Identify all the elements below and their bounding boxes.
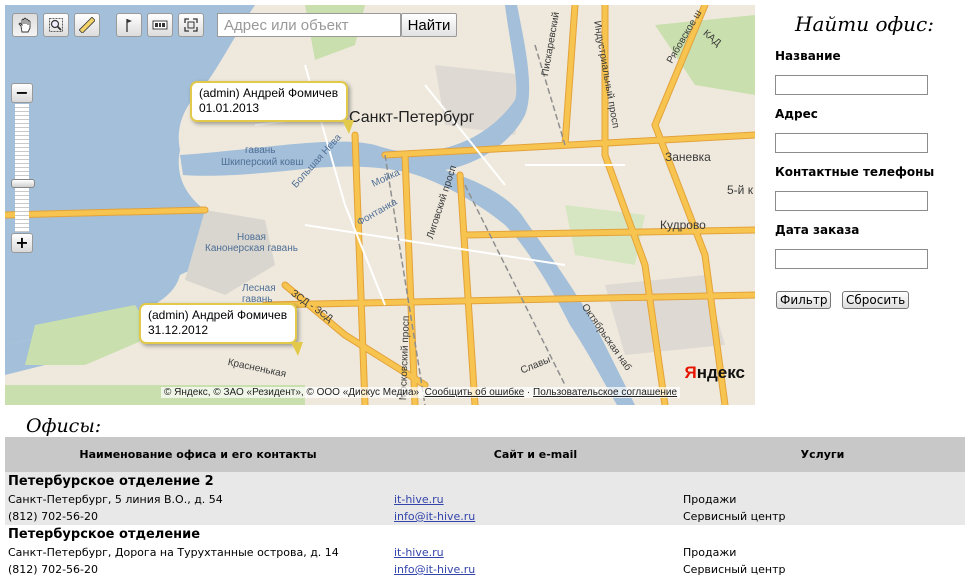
fullscreen-icon xyxy=(184,18,198,32)
office-links-cell: it-hive.ru info@it-hive.ru xyxy=(391,525,680,578)
map-balloon[interactable]: (admin) Андрей Фомичев 01.01.2013 xyxy=(190,81,354,134)
order-date-input[interactable] xyxy=(775,249,928,269)
map-label-shkiper: Шкиперский ковш xyxy=(221,157,304,168)
office-service: Продажи xyxy=(683,493,737,506)
office-contacts-cell: Петербурское отделение 2 Санкт-Петербург… xyxy=(5,472,391,525)
office-address: Санкт-Петербург, 5 линия В.О., д. 54 xyxy=(8,493,223,506)
name-label: Название xyxy=(775,49,841,63)
traffic-icon xyxy=(152,20,168,30)
ruler-icon xyxy=(79,17,95,33)
map-label-kudrovo: Кудрово xyxy=(660,218,706,232)
office-links-cell: it-hive.ru info@it-hive.ru xyxy=(391,472,680,525)
ruler-tool-button[interactable] xyxy=(74,13,100,37)
office-address: Санкт-Петербург, Дорога на Турухтанные о… xyxy=(8,546,339,559)
office-phone: (812) 702-56-20 xyxy=(8,510,99,523)
office-email-link[interactable]: info@it-hive.ru xyxy=(394,563,475,576)
magnifier-icon xyxy=(49,18,63,32)
balloon-date: 01.01.2013 xyxy=(199,101,260,115)
filter-button[interactable]: Фильтр xyxy=(776,291,832,309)
map-search-input[interactable] xyxy=(217,13,401,37)
copyright-text: © Яндекс, © ЗАО «Резидент», © ООО «Диску… xyxy=(164,387,420,398)
zoom-slider-handle[interactable] xyxy=(11,179,35,188)
report-error-link[interactable]: Сообщить об ошибке xyxy=(425,387,524,398)
map-search-button[interactable]: Найти xyxy=(401,13,457,37)
table-row: Петербурское отделение 2 Санкт-Петербург… xyxy=(5,472,965,525)
map-label-city: Санкт-Петербург xyxy=(349,109,475,126)
table-row: Петербурское отделение Санкт-Петербург, … xyxy=(5,525,965,578)
balloon-author: (admin) Андрей Фомичев xyxy=(199,86,339,100)
flag-icon xyxy=(126,19,132,32)
table-header-row: Наименование офиса и его контакты Сайт и… xyxy=(5,437,965,472)
office-email-link[interactable]: info@it-hive.ru xyxy=(394,510,475,523)
map-label-five: 5-й к xyxy=(727,183,753,197)
balloon-author: (admin) Андрей Фомичев xyxy=(148,308,288,322)
hand-tool-button[interactable] xyxy=(12,13,38,37)
flag-tool-button[interactable] xyxy=(116,13,142,37)
address-input[interactable] xyxy=(775,133,928,153)
office-service: Продажи xyxy=(683,546,737,559)
order-date-label: Дата заказа xyxy=(775,223,860,237)
name-input[interactable] xyxy=(775,75,928,95)
map[interactable]: Санкт-Петербург Заневка Кудрово 5-й к га… xyxy=(5,5,755,405)
zoom-in-button[interactable]: + xyxy=(11,233,33,253)
fullscreen-button[interactable] xyxy=(178,13,204,37)
office-contacts-cell: Петербурское отделение Санкт-Петербург, … xyxy=(5,525,391,578)
header-services: Услуги xyxy=(680,437,965,472)
balloon-tail xyxy=(291,342,303,356)
balloon-tail xyxy=(342,120,354,134)
user-agreement-link[interactable]: Пользовательское соглашение xyxy=(533,387,677,398)
offices-title: Офисы: xyxy=(26,415,102,437)
magnifier-tool-button[interactable] xyxy=(43,13,69,37)
map-label-harbor: гавань xyxy=(245,145,276,156)
office-site-link[interactable]: it-hive.ru xyxy=(394,493,444,506)
zoom-out-button[interactable]: − xyxy=(11,83,33,103)
map-label-forest-harbor: Лесная гавань xyxy=(242,283,276,305)
traffic-tool-button[interactable] xyxy=(147,13,173,37)
address-label: Адрес xyxy=(775,107,818,121)
offices-table: Наименование офиса и его контакты Сайт и… xyxy=(5,437,965,578)
office-name: Петербурское отделение xyxy=(8,527,201,542)
office-service: Сервисный центр xyxy=(683,563,786,576)
office-name: Петербурское отделение 2 xyxy=(8,474,214,489)
map-copyright: © Яндекс, © ЗАО «Резидент», © ООО «Диску… xyxy=(161,387,681,398)
zoom-slider-track[interactable] xyxy=(15,104,29,232)
map-label-zanevka: Заневка xyxy=(665,150,711,164)
separator: · xyxy=(526,387,531,398)
header-site-email: Сайт и e-mail xyxy=(391,437,680,472)
reset-button[interactable]: Сбросить xyxy=(842,291,910,309)
filter-title: Найти офис: xyxy=(795,12,934,36)
map-label-canon-harbor: Новая Канонерская гавань xyxy=(205,232,298,254)
balloon-date: 31.12.2012 xyxy=(148,323,209,337)
office-phone: (812) 702-56-20 xyxy=(8,563,99,576)
phones-label: Контактные телефоны xyxy=(775,165,935,179)
office-services-cell: Продажи Сервисный центр xyxy=(680,525,965,578)
yandex-logo: Яндекс xyxy=(684,363,745,382)
office-services-cell: Продажи Сервисный центр xyxy=(680,472,965,525)
office-service: Сервисный центр xyxy=(683,510,786,523)
hand-icon xyxy=(18,17,31,33)
header-name-contacts: Наименование офиса и его контакты xyxy=(5,437,391,472)
office-site-link[interactable]: it-hive.ru xyxy=(394,546,444,559)
map-balloon[interactable]: (admin) Андрей Фомичев 31.12.2012 xyxy=(139,303,303,356)
phones-input[interactable] xyxy=(775,191,928,211)
